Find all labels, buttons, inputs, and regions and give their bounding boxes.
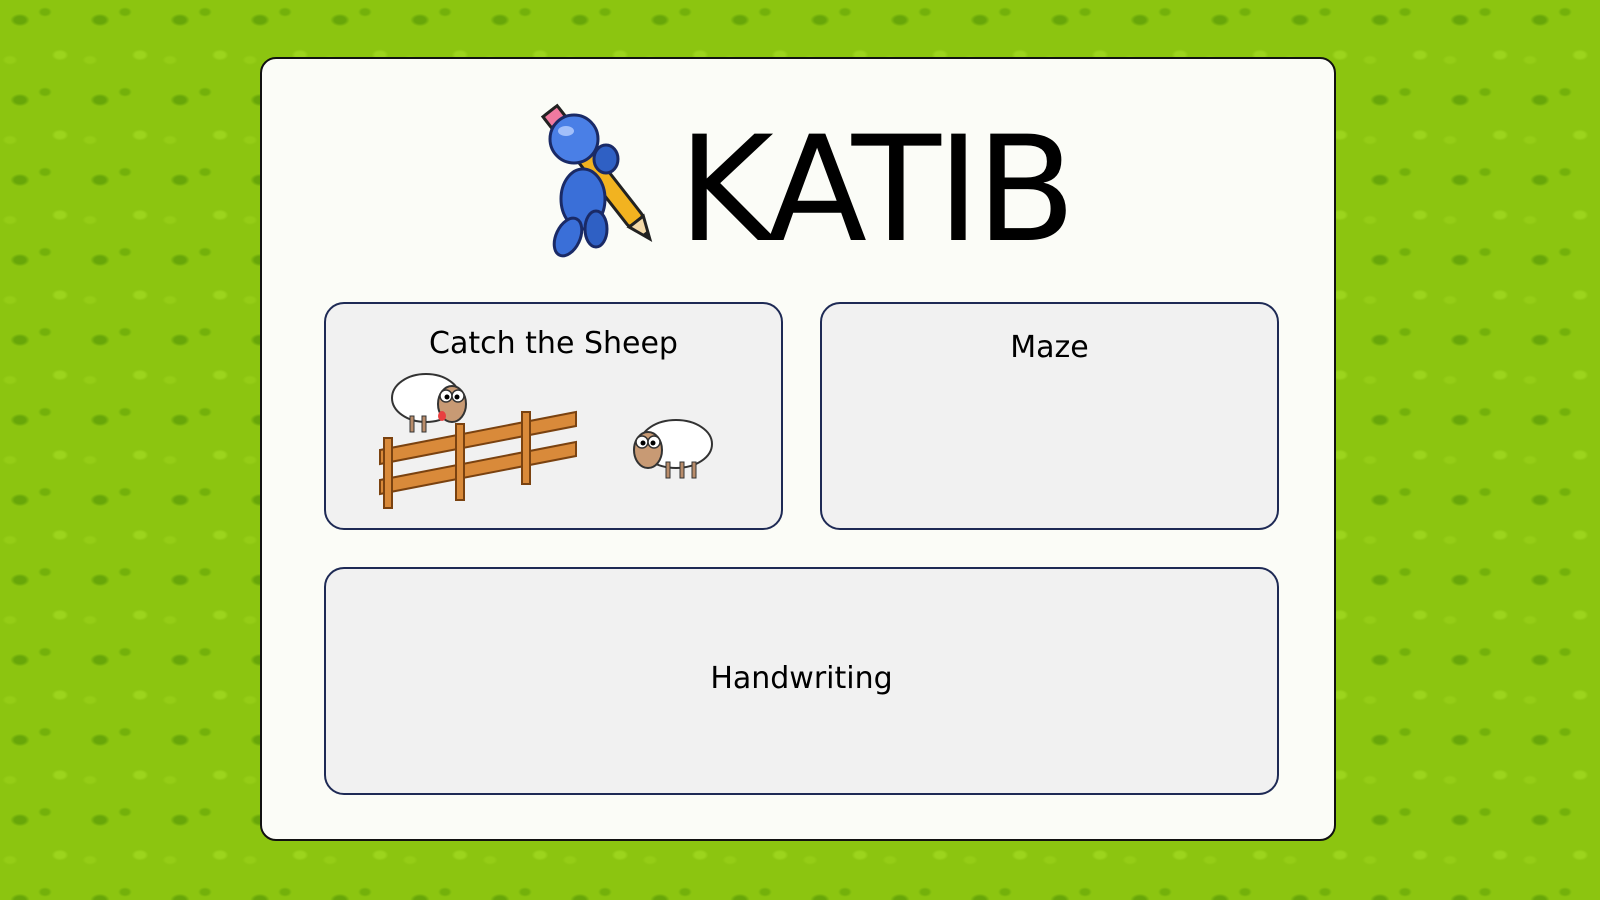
sheep-icon xyxy=(633,419,713,479)
maze-card[interactable]: Maze xyxy=(820,302,1279,530)
catch-the-sheep-label: Catch the Sheep xyxy=(429,326,678,361)
app-title: KATIB xyxy=(678,105,1076,275)
handwriting-label: Handwriting xyxy=(710,661,893,696)
sheep-icon xyxy=(391,373,467,433)
handwriting-card[interactable]: Handwriting xyxy=(324,567,1279,795)
catch-the-sheep-card[interactable]: Catch the Sheep xyxy=(324,302,783,530)
sheep-fence-illustration xyxy=(379,373,713,509)
main-panel: KATIB Catch the Sheep Maze Handwriting xyxy=(260,57,1336,841)
app-logo: KATIB xyxy=(528,99,1076,263)
pencil-mascot-icon xyxy=(540,103,653,258)
maze-label: Maze xyxy=(1010,330,1089,365)
